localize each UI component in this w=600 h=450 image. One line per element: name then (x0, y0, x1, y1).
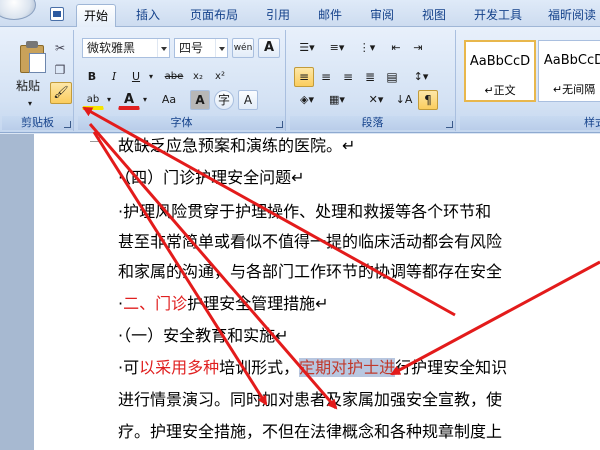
style-no-spacing[interactable]: AaBbCcD ↵无间隔 (538, 40, 600, 102)
paragraph-group-label: 段落 (290, 116, 455, 130)
strikethrough-button[interactable]: abe (162, 67, 186, 87)
ribbon-tab-bar: 开始 插入 页面布局 引用 邮件 审阅 视图 开发工具 福昕阅读 (0, 0, 600, 27)
doc-line-10: 疗。护理安全措施，不但在法律概念和各种规章制度上 (118, 422, 503, 441)
paragraph-group: ☰▾ ≡▾ ⋮▾ ⇤ ⇥ ≡ ≡ ≡ ≣ ▤ ↕▾ ◈▾ ▦▾ ✕▾ ↓A ¶ … (290, 30, 456, 131)
line6-red-text: 二、门诊 (123, 294, 188, 313)
increase-indent-icon[interactable]: ⇥ (408, 38, 428, 58)
chinese-layout-icon[interactable]: ✕▾ (362, 90, 390, 110)
line8-prefix: ·可 (118, 358, 140, 377)
line8-mid: 培训形式， (219, 358, 300, 377)
align-center-icon[interactable]: ≡ (316, 67, 336, 87)
align-left-icon[interactable]: ≡ (294, 67, 314, 87)
underline-button[interactable]: U (126, 67, 146, 87)
clipboard-group-label: 剪贴板 (2, 116, 73, 130)
dialog-launcher-icon[interactable] (64, 121, 71, 128)
format-painter-icon[interactable]: 🖌 (50, 82, 72, 104)
tab-foxit[interactable]: 福昕阅读 (540, 4, 600, 27)
line6-rest: 护理安全管理措施↵ (187, 294, 329, 313)
char-border-icon[interactable]: A (258, 38, 280, 58)
show-marks-icon[interactable]: ¶ (418, 90, 438, 110)
line-spacing-icon[interactable]: ↕▾ (408, 67, 434, 87)
tab-references[interactable]: 引用 (258, 4, 298, 27)
tab-view[interactable]: 视图 (414, 4, 454, 27)
doc-line-5: 和家属的沟通，与各部门工作环节的协调等都存在安全 (118, 262, 503, 281)
style-no-spacing-name: ↵无间隔 (552, 83, 596, 96)
office-button-icon[interactable] (0, 0, 36, 20)
scissors-icon[interactable]: ✂ (50, 38, 70, 58)
line8-rest: 行护理安全知识 (395, 358, 508, 377)
quick-access-icon[interactable] (50, 7, 64, 21)
paste-dropdown-icon[interactable]: ▾ (24, 94, 36, 114)
ribbon: 粘贴 ▾ ✂ ❐ 🖌 剪贴板 微软雅黑 四号 wén A B I U ▾ abe… (0, 27, 600, 133)
underline-dropdown-icon[interactable]: ▾ (146, 67, 156, 87)
style-normal-name: ↵正文 (484, 84, 516, 97)
font-size-value: 四号 (179, 41, 204, 55)
doc-line-2: ·（四）门诊护理安全问题↵ (118, 168, 305, 187)
highlight-dropdown-icon[interactable]: ▾ (104, 90, 114, 110)
styles-group: AaBbCcD ↵正文 AaBbCcD ↵无间隔 样式 (460, 30, 600, 131)
change-case-button[interactable]: Aa (156, 90, 182, 110)
sort-icon[interactable]: ↓A (394, 90, 414, 110)
paste-icon[interactable] (20, 41, 48, 73)
font-color-dropdown-icon[interactable]: ▾ (140, 90, 150, 110)
paste-button[interactable]: 粘贴 (8, 76, 48, 96)
doc-line-4: 甚至非常简单或看似不值得一提的临床活动都会有风险 (118, 232, 503, 251)
justify-icon[interactable]: ≣ (360, 67, 380, 87)
style-normal[interactable]: AaBbCcD ↵正文 (464, 40, 536, 102)
styles-group-label: 样式 (460, 116, 600, 130)
clipboard-group: 粘贴 ▾ ✂ ❐ 🖌 剪贴板 (2, 30, 74, 131)
style-normal-sample: AaBbCcD (469, 54, 531, 69)
doc-line-3: ·护理风险贯穿于护理操作、处理和救援等各个环节和 (118, 202, 492, 221)
multilevel-list-icon[interactable]: ⋮▾ (354, 38, 380, 58)
copy-icon[interactable]: ❐ (50, 60, 70, 80)
font-group-label: 字体 (78, 116, 285, 130)
italic-button[interactable]: I (104, 67, 124, 87)
shading-icon[interactable]: ◈▾ (294, 90, 320, 110)
doc-line-6: ·二、门诊护理安全管理措施↵ (118, 292, 329, 316)
tab-review[interactable]: 审阅 (362, 4, 402, 27)
font-dialog-launcher-icon[interactable] (276, 121, 283, 128)
font-name-dropdown[interactable]: 微软雅黑 (82, 38, 170, 58)
font-group: 微软雅黑 四号 wén A B I U ▾ abe x₂ x² ab ▾ A ▾… (78, 30, 286, 131)
bullets-icon[interactable]: ☰▾ (294, 38, 320, 58)
paragraph-dialog-launcher-icon[interactable] (446, 121, 453, 128)
doc-line-1: 故缺乏应急预案和演练的医院。↵ (118, 136, 356, 155)
line8-highlighted-selection[interactable]: 定期对护士进 (299, 358, 396, 377)
decrease-indent-icon[interactable]: ⇤ (386, 38, 406, 58)
font-name-value: 微软雅黑 (87, 41, 136, 55)
align-right-icon[interactable]: ≡ (338, 67, 358, 87)
subscript-button[interactable]: x₂ (188, 67, 208, 87)
tab-page-layout[interactable]: 页面布局 (182, 4, 246, 27)
enclose-char-icon[interactable]: 字 (214, 90, 234, 110)
tab-insert[interactable]: 插入 (128, 4, 168, 27)
bold-button[interactable]: B (82, 67, 102, 87)
tab-developer[interactable]: 开发工具 (466, 4, 530, 27)
tab-home[interactable]: 开始 (76, 4, 116, 27)
char-shading-icon[interactable]: A (190, 90, 210, 110)
style-no-spacing-sample: AaBbCcD (543, 53, 600, 68)
numbering-icon[interactable]: ≡▾ (324, 38, 350, 58)
doc-line-8: ·可以采用多种培训形式，定期对护士进行护理安全知识 (118, 356, 507, 380)
font-size-dropdown[interactable]: 四号 (174, 38, 228, 58)
highlight-color-icon[interactable]: ab (82, 90, 104, 110)
phonetic-guide-icon[interactable]: A (238, 90, 258, 110)
line8-red-text: 以采用多种 (139, 358, 220, 377)
document-page[interactable]: 故缺乏应急预案和演练的医院。↵ ·（四）门诊护理安全问题↵ ·护理风险贯穿于护理… (34, 132, 600, 450)
tab-mailings[interactable]: 邮件 (310, 4, 350, 27)
doc-line-9: 进行情景演习。同时加对患者及家属加强安全宣教，使 (118, 390, 503, 409)
document-area: 故缺乏应急预案和演练的医院。↵ ·（四）门诊护理安全问题↵ ·护理风险贯穿于护理… (0, 132, 600, 450)
distributed-icon[interactable]: ▤ (382, 67, 402, 87)
wen-char-icon[interactable]: wén (232, 38, 254, 58)
word-window: 开始 插入 页面布局 引用 邮件 审阅 视图 开发工具 福昕阅读 粘贴 ▾ ✂ … (0, 0, 600, 450)
borders-icon[interactable]: ▦▾ (324, 90, 350, 110)
margin-corner-mark (90, 132, 100, 142)
font-color-icon[interactable]: A (118, 90, 140, 110)
superscript-button[interactable]: x² (210, 67, 230, 87)
doc-line-7: ·（一）安全教育和实施↵ (118, 326, 289, 345)
